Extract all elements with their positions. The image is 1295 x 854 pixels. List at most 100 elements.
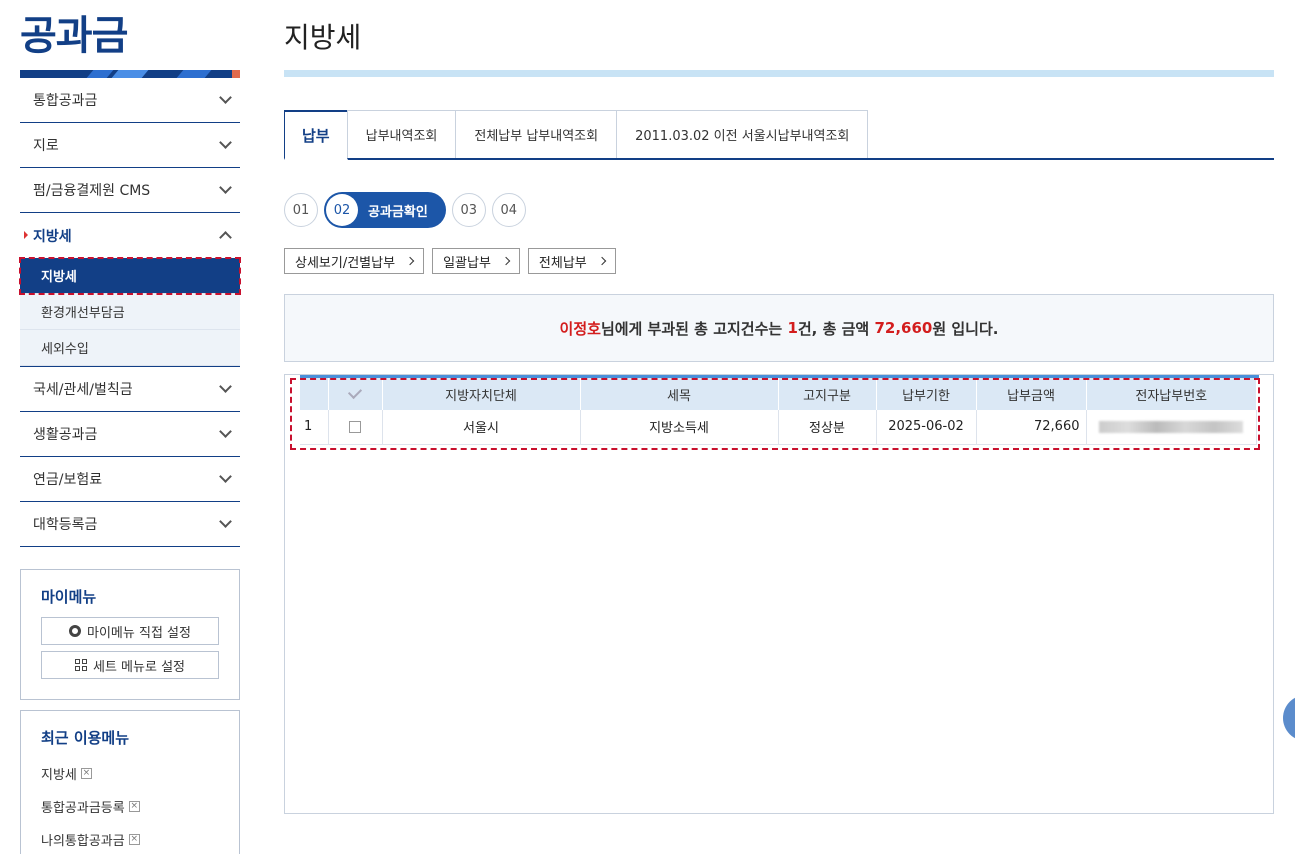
- tab-bulk-payment-history[interactable]: 전체납부 납부내역조회: [455, 110, 618, 158]
- cell-amount: 72,660: [976, 410, 1087, 445]
- col-header-amount: 납부금액: [976, 378, 1087, 410]
- summary-text-2: 건, 총 금액: [797, 319, 875, 338]
- sidebar-item-local-tax[interactable]: 지방세: [20, 213, 240, 258]
- detail-payment-button[interactable]: 상세보기/건별납부: [284, 248, 425, 274]
- close-icon[interactable]: ×: [80, 768, 92, 779]
- summary-text-1: 님에게 부과된 총 고지건수는: [600, 319, 788, 338]
- row-checkbox[interactable]: [349, 420, 361, 433]
- button-label: 마이메뉴 직접 설정: [87, 625, 191, 641]
- chevron-down-icon: [219, 181, 232, 194]
- col-header-select[interactable]: [328, 378, 383, 410]
- chevron-down-icon: [219, 470, 232, 483]
- sidebar-subitem-local-tax[interactable]: 지방세: [19, 257, 241, 295]
- recent-menu-item[interactable]: 통합공과금등록 ×: [41, 797, 219, 816]
- sidebar-item-label: 연금/보험료: [33, 472, 103, 488]
- main-content: 지방세 납부 납부내역조회 전체납부 납부내역조회 2011.03.02 이전 …: [284, 0, 1274, 814]
- chevron-right-icon: [597, 256, 606, 266]
- brand-bar: [20, 70, 240, 78]
- sidebar-item-label: 대학등록금: [33, 517, 98, 533]
- step-3: 03: [451, 193, 486, 227]
- col-header-org: 지방자치단체: [382, 378, 581, 410]
- cell-select[interactable]: [328, 410, 383, 445]
- chevron-down-icon: [219, 136, 232, 149]
- sidebar-item-cms[interactable]: 펌/금융결제원 CMS: [20, 168, 240, 213]
- chevron-down-icon: [219, 425, 232, 438]
- sidebar-item-label: 통합공과금: [33, 93, 98, 109]
- recent-menu-box: 최근 이용메뉴 지방세 × 통합공과금등록 × 나의통합공과금 ×: [20, 710, 240, 854]
- bill-grid: 지방자치단체 세목 고지구분 납부기한 납부금액 전자납부번호 1 서울시 지방…: [284, 374, 1274, 814]
- cell-tax: 지방소득세: [580, 410, 779, 445]
- button-label: 상세보기/건별납부: [295, 255, 396, 271]
- my-menu-set-menu-button[interactable]: 세트 메뉴로 설정: [41, 651, 219, 679]
- total-amount: 72,660: [874, 319, 933, 337]
- cell-type: 정상분: [778, 410, 877, 445]
- chevron-down-icon: [219, 91, 232, 104]
- grid-icon: [75, 659, 87, 671]
- my-menu-box: 마이메뉴 마이메뉴 직접 설정 세트 메뉴로 설정: [20, 569, 240, 700]
- recent-menu-item-label[interactable]: 통합공과금등록: [41, 797, 125, 816]
- sidebar-item-giro[interactable]: 지로: [20, 123, 240, 168]
- step-1: 01: [284, 193, 318, 227]
- sidebar-item-label: 지로: [33, 138, 59, 154]
- summary-message: 이정호 님에게 부과된 총 고지건수는 1 건, 총 금액 72,660 원 입…: [284, 294, 1274, 362]
- button-label: 세트 메뉴로 설정: [93, 659, 185, 675]
- title-underline: [284, 70, 1274, 77]
- sidebar-subitem-environment-charge[interactable]: 환경개선부담금: [20, 294, 240, 330]
- tab-seoul-legacy-history[interactable]: 2011.03.02 이전 서울시납부내역조회: [616, 110, 869, 158]
- sidebar-item-tuition[interactable]: 대학등록금: [20, 502, 240, 547]
- recent-menu-title: 최근 이용메뉴: [41, 729, 130, 747]
- recent-menu-item[interactable]: 지방세 ×: [41, 764, 219, 783]
- chevron-right-icon: [405, 256, 415, 266]
- recent-menu-item[interactable]: 나의통합공과금 ×: [41, 830, 219, 849]
- my-menu-direct-setting-button[interactable]: 마이메뉴 직접 설정: [41, 617, 219, 645]
- brand-title[interactable]: 공과금: [20, 0, 240, 70]
- cell-org: 서울시: [382, 410, 581, 445]
- chevron-down-icon: [219, 380, 232, 393]
- col-header-no: [300, 378, 329, 410]
- redacted-number: [1099, 420, 1244, 433]
- col-header-type: 고지구분: [778, 378, 877, 410]
- close-icon[interactable]: ×: [128, 801, 140, 812]
- sidebar-submenu: 지방세 환경개선부담금 세외수입: [19, 257, 241, 367]
- bill-table: 지방자치단체 세목 고지구분 납부기한 납부금액 전자납부번호 1 서울시 지방…: [300, 378, 1257, 445]
- payer-name: 이정호: [559, 319, 601, 338]
- page-title: 지방세: [284, 21, 362, 54]
- recent-menu-item-label[interactable]: 지방세: [41, 764, 77, 783]
- chevron-up-icon: [219, 231, 232, 244]
- tab-bar: 납부 납부내역조회 전체납부 납부내역조회 2011.03.02 이전 서울시납…: [284, 110, 1274, 160]
- step-indicator: 01 02 공과금확인 03 04: [284, 192, 1274, 228]
- close-icon[interactable]: ×: [128, 834, 140, 845]
- sidebar-item-label: 생활공과금: [33, 427, 98, 443]
- recent-menu-item-label[interactable]: 나의통합공과금: [41, 830, 125, 849]
- floating-action-button[interactable]: [1283, 695, 1295, 741]
- tab-payment[interactable]: 납부: [284, 110, 348, 160]
- sidebar-item-label: 펌/금융결제원 CMS: [33, 183, 151, 199]
- col-header-epay-number: 전자납부번호: [1086, 378, 1257, 410]
- gear-icon: [69, 625, 82, 637]
- table-row[interactable]: 1 서울시 지방소득세 정상분 2025-06-02 72,660: [300, 410, 1257, 445]
- sidebar-item-label: 지방세: [33, 228, 72, 245]
- sidebar-item-pension[interactable]: 연금/보험료: [20, 457, 240, 502]
- step-2-label: 공과금확인: [368, 204, 428, 220]
- chevron-down-icon: [219, 515, 232, 528]
- summary-text-3: 원 입니다.: [932, 319, 999, 338]
- tab-payment-history[interactable]: 납부내역조회: [346, 110, 457, 158]
- col-header-tax: 세목: [580, 378, 779, 410]
- table-header-row: 지방자치단체 세목 고지구분 납부기한 납부금액 전자납부번호: [300, 378, 1257, 410]
- col-header-due: 납부기한: [876, 378, 977, 410]
- cell-no: 1: [300, 410, 329, 445]
- payment-mode-buttons: 상세보기/건별납부 일괄납부 전체납부: [284, 248, 1274, 274]
- sidebar-subitem-non-tax-revenue[interactable]: 세외수입: [20, 330, 240, 366]
- sidebar-item-label: 국세/관세/벌칙금: [33, 382, 133, 398]
- active-marker-icon: [24, 231, 28, 239]
- batch-payment-button[interactable]: 일괄납부: [432, 248, 520, 274]
- step-2-current: 02 공과금확인: [324, 192, 446, 228]
- button-label: 일괄납부: [443, 255, 491, 271]
- sidebar-item-integrated-bills[interactable]: 통합공과금: [20, 78, 240, 123]
- sidebar: 공과금 통합공과금 지로 펌/금융결제원 CMS 지방세 지방세 환경개선부담금…: [19, 0, 241, 854]
- full-payment-button[interactable]: 전체납부: [527, 248, 616, 274]
- check-all-icon[interactable]: [347, 384, 363, 400]
- sidebar-item-national-tax[interactable]: 국세/관세/벌칙금: [20, 367, 240, 412]
- sidebar-item-utility-bills[interactable]: 생활공과금: [20, 412, 240, 457]
- step-4: 04: [491, 193, 526, 227]
